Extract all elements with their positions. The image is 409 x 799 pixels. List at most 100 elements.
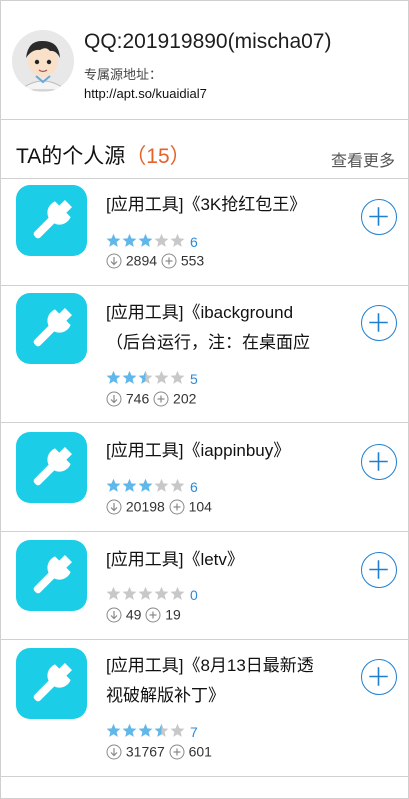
plus-small-icon xyxy=(161,252,177,269)
divider xyxy=(0,178,409,179)
download-icon xyxy=(106,498,122,515)
download-count: 20198 xyxy=(125,498,165,515)
rating-star xyxy=(122,233,137,248)
add-count: 104 xyxy=(188,498,212,515)
section-title: TA的个人源（15） xyxy=(16,140,191,170)
rating-star xyxy=(154,370,169,385)
divider xyxy=(0,531,409,532)
app-title[interactable]: [应用工具]《iappinbuy》 xyxy=(106,436,350,466)
rating-row: 6 xyxy=(106,233,198,251)
rating-star xyxy=(106,233,121,248)
download-count: 746 xyxy=(125,390,150,407)
divider xyxy=(0,285,409,286)
rating-star xyxy=(154,723,169,738)
rating-star xyxy=(170,233,185,248)
download-icon xyxy=(106,390,122,407)
rating-row: 6 xyxy=(106,478,198,496)
add-button[interactable] xyxy=(361,199,397,235)
app-title-line1: [应用工具]《iappinbuy》 xyxy=(106,441,291,460)
rating-count: 6 xyxy=(190,234,198,251)
rating-row: 5 xyxy=(106,370,198,388)
rating-star xyxy=(154,586,169,601)
stats-row: 2894 553 xyxy=(106,251,204,269)
star-rating xyxy=(106,478,186,496)
wrench-icon[interactable] xyxy=(16,648,87,719)
rating-star xyxy=(154,233,169,248)
rating-star xyxy=(106,478,121,493)
wrench-icon[interactable] xyxy=(16,293,87,364)
stats-row: 746 202 xyxy=(106,389,196,407)
rating-star xyxy=(106,723,121,738)
source-url[interactable]: http://apt.so/kuaidial7 xyxy=(84,86,207,101)
rating-star xyxy=(122,586,137,601)
stats-row: 49 19 xyxy=(106,605,181,623)
app-title[interactable]: [应用工具]《8月13日最新透 视破解版补丁》 xyxy=(106,651,350,711)
rating-star xyxy=(170,370,185,385)
section-count: （15） xyxy=(125,145,191,168)
app-title-line1: [应用工具]《3K抢红包王》 xyxy=(106,195,307,214)
rating-star xyxy=(138,586,153,601)
rating-star xyxy=(106,370,121,385)
rating-count: 7 xyxy=(190,724,198,741)
profile-header: QQ:201919890(mischa07) 专属源地址： http://apt… xyxy=(0,0,409,110)
app-title-line1: [应用工具]《ibackground xyxy=(106,303,294,322)
app-title-line2: 视破解版补丁》 xyxy=(106,686,225,705)
rating-star xyxy=(170,723,185,738)
star-rating xyxy=(106,370,186,388)
rating-star xyxy=(122,723,137,738)
rating-star xyxy=(106,586,121,601)
stats-row: 31767 601 xyxy=(106,742,212,760)
app-title-line1: [应用工具]《letv》 xyxy=(106,550,244,569)
star-rating xyxy=(106,233,186,251)
add-button[interactable] xyxy=(361,659,397,695)
avatar[interactable] xyxy=(12,30,74,92)
source-label: 专属源地址： xyxy=(84,67,163,82)
app-title-line2: （后台运行，注：在桌面应 xyxy=(106,333,310,352)
add-button[interactable] xyxy=(361,305,397,341)
rating-star xyxy=(170,478,185,493)
app-title[interactable]: [应用工具]《ibackground （后台运行，注：在桌面应 xyxy=(106,298,350,358)
app-title[interactable]: [应用工具]《letv》 xyxy=(106,545,350,575)
rating-star xyxy=(170,586,185,601)
rating-count: 6 xyxy=(190,479,198,496)
rating-row: 0 xyxy=(106,586,198,604)
plus-small-icon xyxy=(145,606,161,623)
plus-small-icon xyxy=(169,743,185,760)
divider xyxy=(0,776,409,777)
rating-star xyxy=(138,233,153,248)
rating-row: 7 xyxy=(106,723,198,741)
view-more-link[interactable]: 查看更多 xyxy=(331,147,395,171)
add-count: 19 xyxy=(165,606,181,623)
divider xyxy=(0,639,409,640)
stats-row: 20198 104 xyxy=(106,497,212,515)
add-button[interactable] xyxy=(361,444,397,480)
star-rating xyxy=(106,723,186,741)
rating-count: 0 xyxy=(190,587,198,604)
download-count: 49 xyxy=(125,606,142,623)
download-icon xyxy=(106,606,122,623)
plus-small-icon xyxy=(169,498,185,515)
qq-id: QQ:201919890(mischa07) xyxy=(84,30,332,53)
download-count: 31767 xyxy=(125,743,165,760)
section-title-text: TA的个人源 xyxy=(16,145,126,168)
app-title[interactable]: [应用工具]《3K抢红包王》 xyxy=(106,190,350,220)
divider xyxy=(0,119,409,120)
download-icon xyxy=(106,743,122,760)
rating-star xyxy=(154,478,169,493)
download-icon xyxy=(106,252,122,269)
add-count: 202 xyxy=(173,390,197,407)
add-count: 553 xyxy=(180,252,205,269)
add-button[interactable] xyxy=(361,552,397,588)
wrench-icon[interactable] xyxy=(16,540,87,611)
rating-star xyxy=(122,370,137,385)
download-count: 2894 xyxy=(125,252,158,269)
divider xyxy=(0,422,409,423)
plus-small-icon xyxy=(153,390,169,407)
wrench-icon[interactable] xyxy=(16,432,87,503)
wrench-icon[interactable] xyxy=(16,185,87,256)
rating-star xyxy=(122,478,137,493)
add-count: 601 xyxy=(188,743,212,760)
rating-star xyxy=(138,723,153,738)
rating-count: 5 xyxy=(190,371,198,388)
star-rating xyxy=(106,586,186,604)
